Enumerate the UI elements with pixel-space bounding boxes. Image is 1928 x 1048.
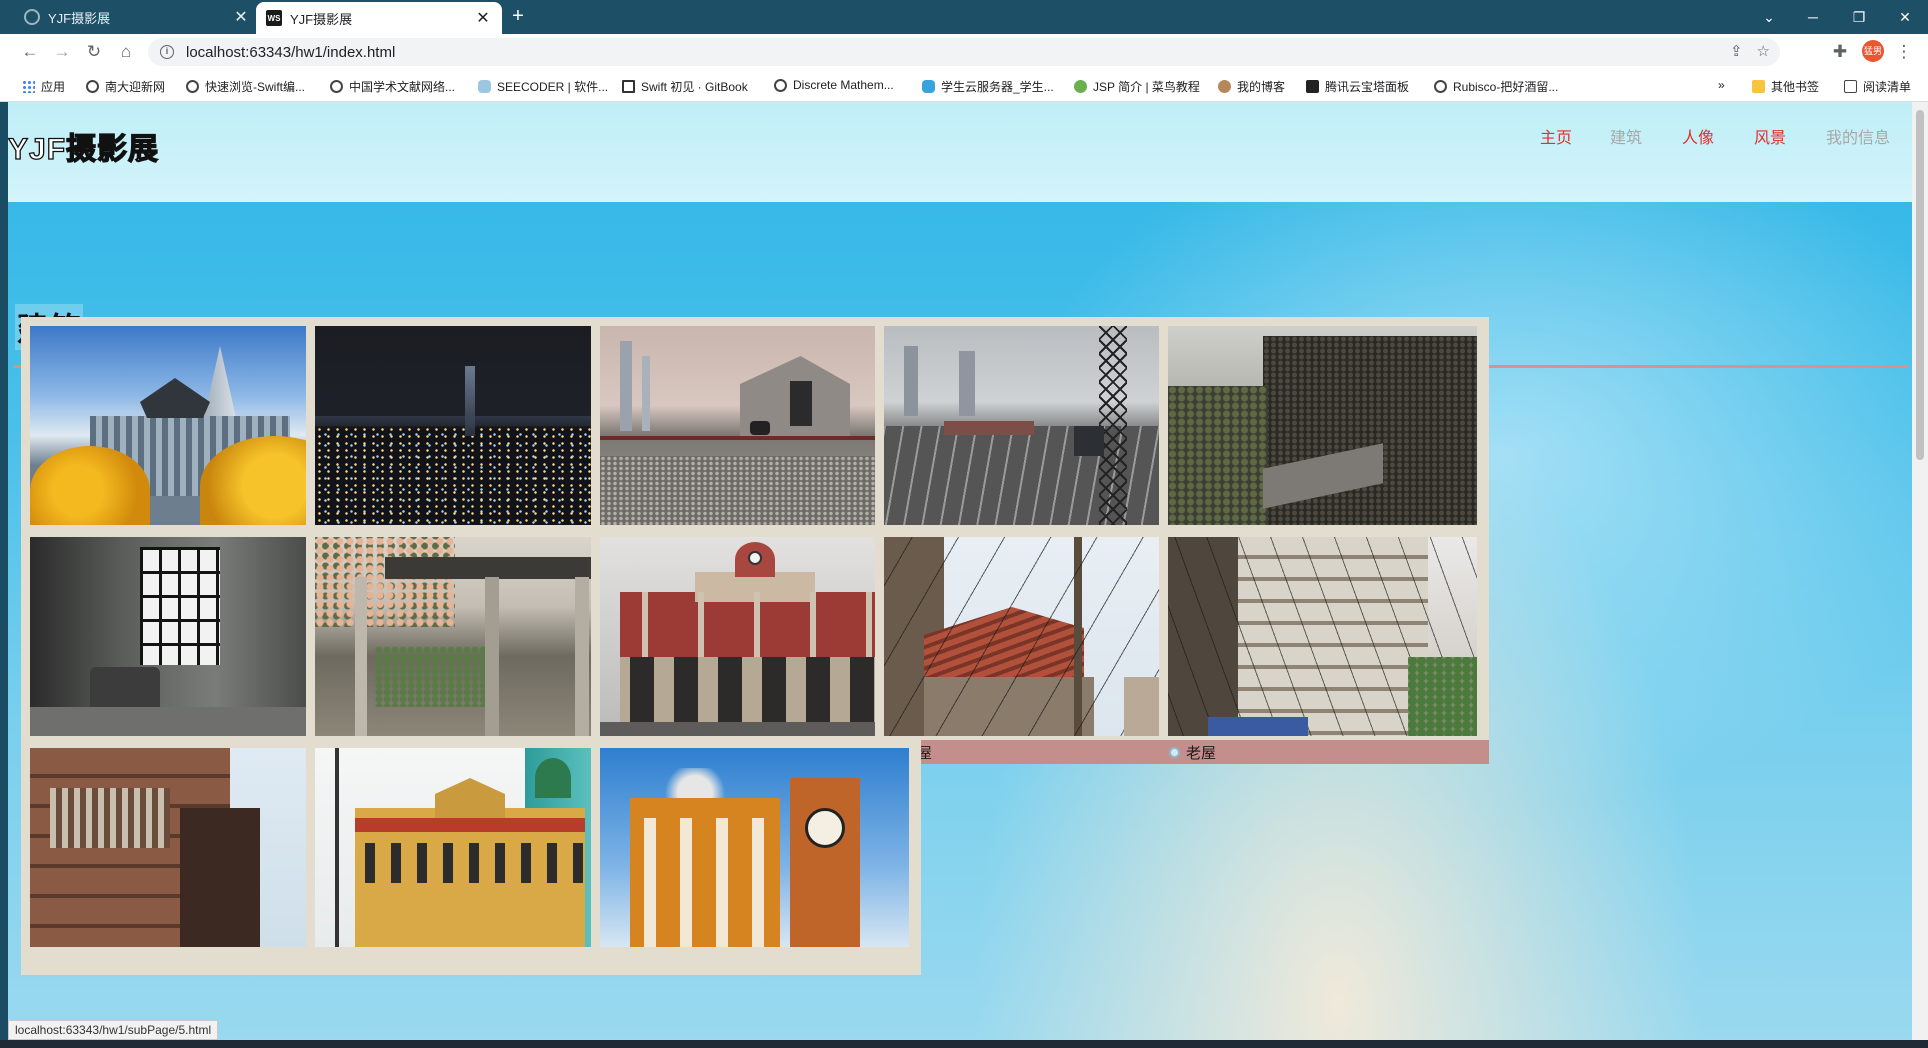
os-taskbar — [0, 1040, 1928, 1048]
page-viewport: YJF摄影展 主页 建筑 人像 风景 我的信息 建筑 南京纺织博物馆 珠江路夜景… — [8, 102, 1912, 1040]
bookmark-item[interactable]: SEECODER | 软件... — [478, 78, 608, 95]
other-bookmarks[interactable]: 其他书签 — [1752, 78, 1819, 95]
close-tab-icon[interactable]: ✕ — [474, 8, 492, 28]
photo-rail-yard[interactable] — [884, 326, 1193, 525]
nav-landscape[interactable]: 风景 — [1754, 124, 1786, 148]
nav-my-info[interactable]: 我的信息 — [1826, 124, 1890, 148]
bookmark-item[interactable]: 学生云服务器_学生... — [922, 78, 1054, 95]
bookmark-item[interactable]: 腾讯云宝塔面板 — [1306, 78, 1409, 95]
globe-icon — [1434, 80, 1447, 93]
bookmark-item[interactable]: Rubisco-把好酒留... — [1434, 78, 1558, 95]
globe-icon — [330, 80, 343, 93]
photo-brick-balcony[interactable] — [30, 748, 339, 947]
reading-list-icon — [1844, 80, 1857, 93]
back-icon[interactable]: ← — [18, 40, 42, 64]
photo-city-night[interactable] — [315, 326, 624, 525]
photo-caption[interactable]: 老屋 — [1159, 740, 1489, 764]
photo-card[interactable]: 老屋 — [1159, 528, 1489, 764]
globe-icon — [774, 78, 787, 92]
globe-icon — [24, 9, 40, 25]
photo-card[interactable] — [21, 739, 351, 975]
photo-ivy-building[interactable] — [1168, 326, 1477, 525]
photo-station-dog[interactable] — [600, 326, 909, 525]
nav-architecture[interactable]: 建筑 — [1610, 124, 1642, 148]
bt-icon — [1306, 80, 1319, 93]
browser-tab-2[interactable]: WS YJF摄影展 ✕ — [256, 2, 502, 34]
book-icon — [622, 80, 635, 93]
forward-icon[interactable]: → — [50, 40, 74, 64]
bookmark-item[interactable]: 快速浏览-Swift编... — [186, 78, 305, 95]
photo-card[interactable] — [591, 739, 921, 975]
folder-icon — [1752, 80, 1765, 93]
photo-card[interactable]: 南京北站仓库 — [306, 528, 636, 764]
new-tab-button[interactable]: + — [506, 5, 530, 29]
share-icon[interactable]: ⇪ — [1730, 42, 1743, 60]
bookmark-item[interactable]: 南大迎新网 — [86, 78, 165, 95]
extensions-icon[interactable]: ✚ — [1828, 40, 1852, 64]
photo-museum-ginkgo[interactable] — [30, 326, 339, 525]
avatar-icon — [1218, 80, 1231, 93]
tab-search-icon[interactable]: ⌄ — [1746, 0, 1792, 34]
photo-yellow-church[interactable] — [315, 748, 624, 947]
close-window-button[interactable]: ✕ — [1882, 0, 1928, 34]
tab-title: YJF摄影展 — [290, 11, 353, 27]
home-icon[interactable]: ⌂ — [114, 40, 138, 64]
photo-old-roof[interactable] — [884, 537, 1193, 736]
scrollbar[interactable] — [1912, 102, 1928, 1040]
bookmarks-bar: 应用 南大迎新网 快速浏览-Swift编... 中国学术文献网络... SEEC… — [0, 70, 1928, 102]
reading-list[interactable]: 阅读清单 — [1844, 78, 1911, 95]
scrollbar-thumb[interactable] — [1916, 110, 1924, 460]
address-bar[interactable]: i localhost:63343/hw1/index.html ⇪ ☆ — [148, 38, 1780, 66]
cloud-icon — [478, 80, 491, 93]
photo-card[interactable]: 南京北站建筑 — [21, 528, 351, 764]
photo-card[interactable] — [306, 739, 636, 975]
cloud-icon — [922, 80, 935, 93]
restore-button[interactable]: ❐ — [1836, 0, 1882, 34]
bookmark-item[interactable]: 我的博客 — [1218, 78, 1285, 95]
photo-caption-text: 老屋 — [1186, 744, 1217, 762]
browser-tab-1[interactable]: YJF摄影展 ✕ — [14, 0, 260, 34]
browser-toolbar: ← → ↻ ⌂ i localhost:63343/hw1/index.html… — [0, 34, 1928, 70]
photo-card[interactable]: 南京纺织博物馆 — [21, 317, 351, 553]
bookmark-item[interactable]: Discrete Mathem... — [774, 78, 894, 92]
photo-caption[interactable]: 老屋 — [875, 740, 1205, 764]
profile-avatar[interactable]: 猛男 — [1862, 40, 1884, 62]
photo-card[interactable]: 老屋 — [875, 528, 1205, 764]
photo-bathroom-ruin[interactable] — [30, 537, 339, 736]
photo-red-station[interactable] — [600, 537, 909, 736]
webstorm-icon: WS — [266, 10, 282, 26]
runoob-icon — [1074, 80, 1087, 93]
site-logo[interactable]: YJF摄影展 — [8, 124, 159, 168]
globe-icon — [86, 80, 99, 93]
photo-clock-tower[interactable] — [600, 748, 909, 947]
tab-title: YJF摄影展 — [48, 10, 111, 26]
nav-portrait[interactable]: 人像 — [1682, 124, 1714, 148]
close-tab-icon[interactable]: ✕ — [232, 7, 250, 27]
site-header: YJF摄影展 主页 建筑 人像 风景 我的信息 — [8, 102, 1912, 202]
reload-icon[interactable]: ↻ — [82, 40, 106, 64]
photo-card[interactable]: 南京北站建筑 — [1159, 317, 1489, 553]
site-info-icon[interactable]: i — [160, 45, 174, 59]
photo-card[interactable]: 中山码头 — [591, 528, 921, 764]
photo-card[interactable]: 珠江路夜景 — [306, 317, 636, 553]
bookmark-item[interactable]: JSP 简介 | 菜鸟教程 — [1074, 78, 1200, 95]
menu-icon[interactable]: ⋮ — [1892, 40, 1916, 64]
url-text: localhost:63343/hw1/index.html — [186, 43, 396, 61]
photo-old-street[interactable] — [1168, 537, 1477, 736]
bookmark-item[interactable]: Swift 初见 · GitBook — [622, 78, 748, 95]
status-url-tooltip: localhost:63343/hw1/subPage/5.html — [8, 1020, 219, 1040]
photo-warehouse[interactable] — [315, 537, 624, 736]
browser-tab-bar: YJF摄影展 ✕ WS YJF摄影展 ✕ + ⌄ ─ ❐ ✕ — [0, 0, 1928, 34]
nav-home[interactable]: 主页 — [1540, 124, 1572, 148]
globe-icon — [186, 80, 199, 93]
minimize-button[interactable]: ─ — [1790, 0, 1836, 34]
bookmarks-overflow-button[interactable]: » — [1718, 78, 1725, 92]
bookmark-item[interactable]: 应用 — [22, 78, 65, 95]
bookmark-star-icon[interactable]: ☆ — [1757, 42, 1770, 60]
apps-grid-icon — [22, 80, 35, 93]
photo-card[interactable]: 南京北站 — [591, 317, 921, 553]
caption-bullet-icon — [1169, 746, 1180, 758]
bookmark-item[interactable]: 中国学术文献网络... — [330, 78, 455, 95]
photo-card[interactable]: 南京北站调度处 — [875, 317, 1205, 553]
